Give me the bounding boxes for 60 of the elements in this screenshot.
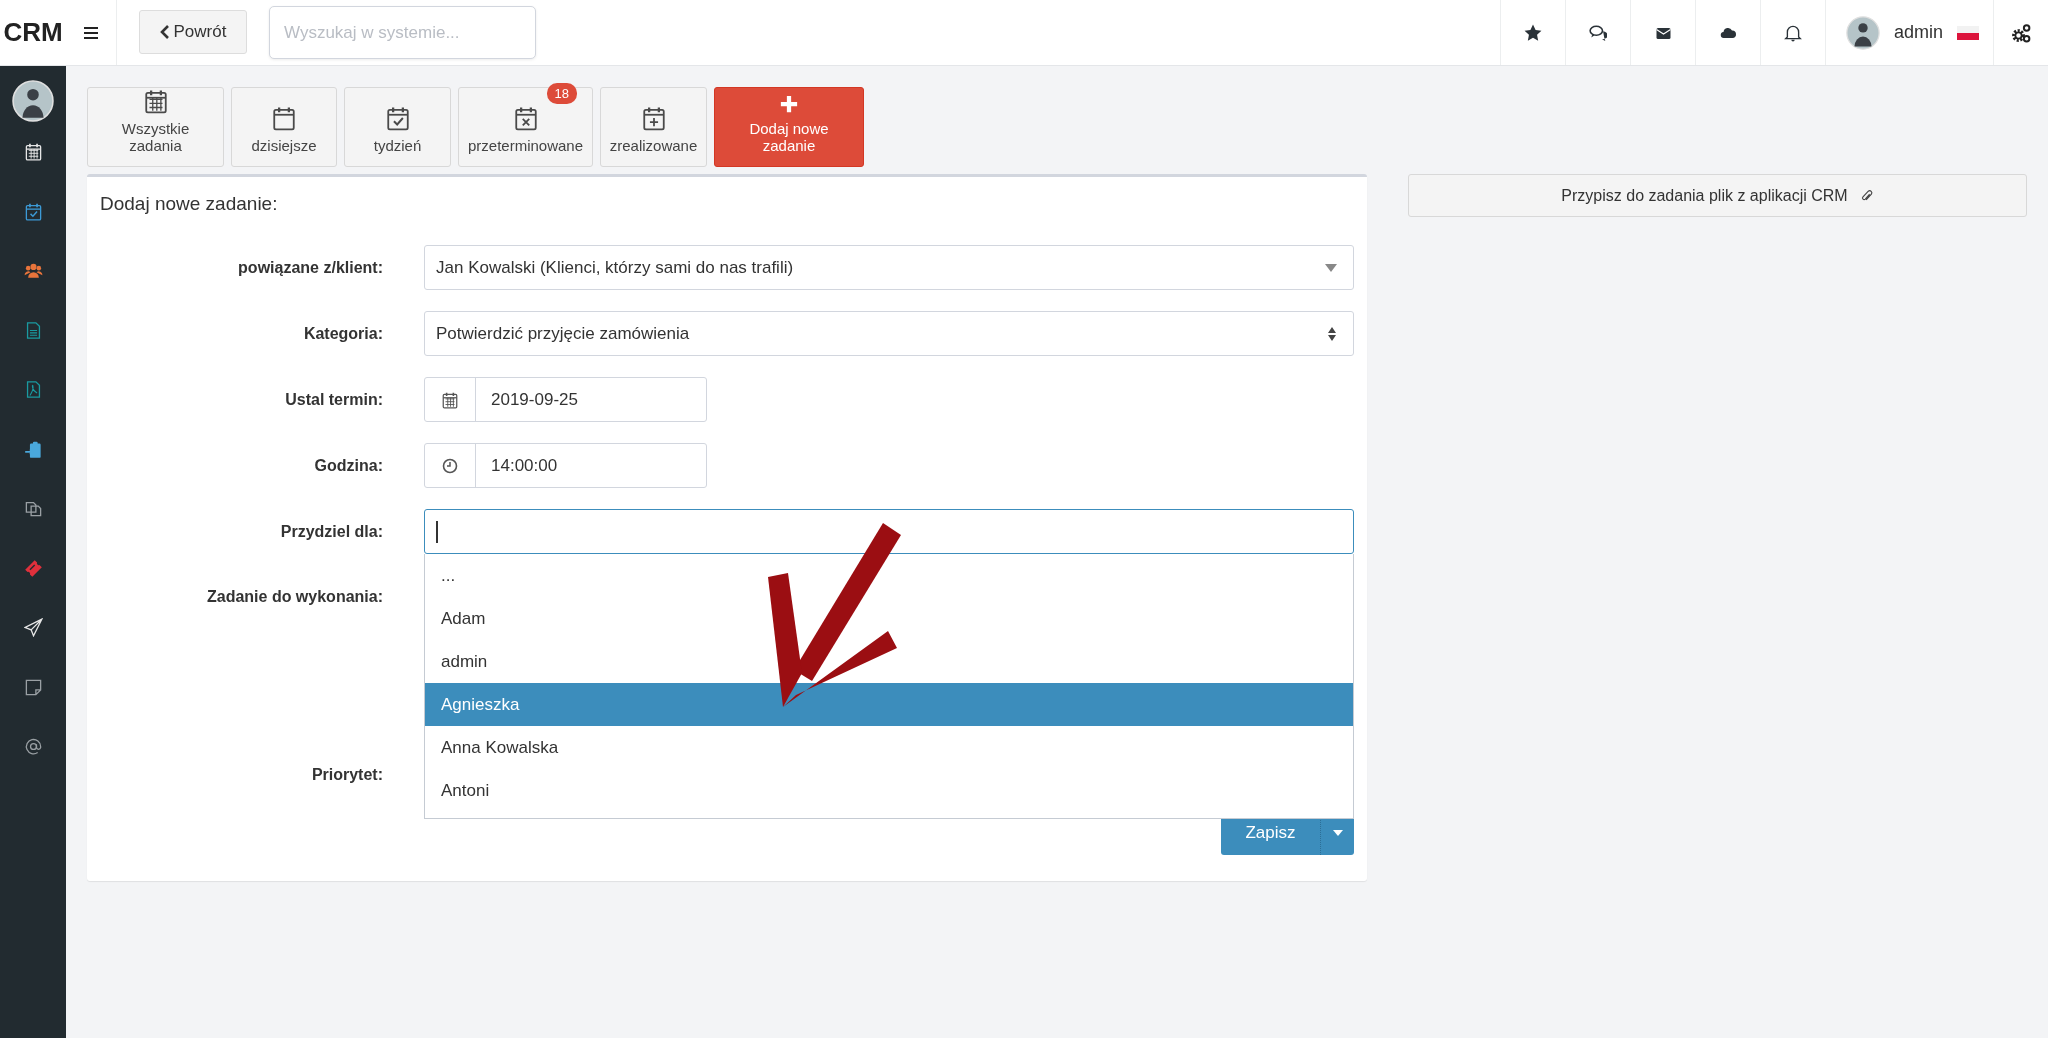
calendar-cross-icon	[512, 105, 539, 131]
form-title: Dodaj nowe zadanie:	[100, 193, 279, 215]
clipboard-icon	[23, 439, 43, 459]
logo[interactable]: CRM	[0, 0, 66, 65]
dropdown-option[interactable]: Antoni	[425, 769, 1353, 812]
field-label: Ustal termin:	[284, 390, 383, 409]
caret-icon	[1332, 830, 1343, 836]
calendar-check-icon	[23, 201, 43, 221]
back-button[interactable]: Powrót	[139, 10, 247, 54]
copy-icon	[23, 499, 43, 519]
user-name[interactable]: admin	[1894, 22, 1944, 43]
caret-icon	[1325, 263, 1337, 272]
field-label: Zadanie do wykonania:	[205, 588, 383, 606]
field-label: Przydziel dla:	[279, 522, 383, 541]
clock-icon	[442, 457, 458, 474]
filter-tab[interactable]: Wszystkie zadania	[87, 87, 224, 167]
field-label: Kategoria:	[302, 324, 383, 343]
calendar-grid-icon	[23, 142, 43, 162]
calendar-grid-icon	[142, 88, 169, 114]
filter-tab[interactable]: dzisiejsze	[231, 87, 337, 167]
flag-icon	[1957, 25, 1980, 40]
filter-tab[interactable]: tydzień	[344, 87, 451, 167]
plus-icon	[779, 94, 799, 114]
text-cursor	[436, 520, 438, 543]
field-label: Priorytet:	[310, 766, 383, 784]
users-icon	[23, 261, 43, 281]
calendar-check-icon	[384, 105, 411, 131]
calendar-grid-icon	[441, 390, 459, 409]
sticky-note-icon	[23, 677, 43, 697]
calendar-plus-icon	[640, 105, 667, 131]
dropdown-option[interactable]: ...	[425, 554, 1353, 597]
speech-bubbles-icon	[1589, 23, 1607, 42]
chevron-left-icon	[159, 25, 169, 39]
add-task-button[interactable]: Dodaj nowe zadanie	[714, 87, 864, 167]
menu-icon	[82, 24, 100, 41]
count-badge: 18	[546, 83, 577, 104]
search-field[interactable]: Wyszukaj w systemie...	[269, 6, 536, 59]
dropdown-option[interactable]: Agnieszka	[425, 683, 1353, 726]
dropdown-option[interactable]: admin	[425, 640, 1353, 683]
paper-plane-icon	[23, 618, 43, 638]
category-select[interactable]: Potwierdzić przyjęcie zamówienia	[424, 311, 1354, 356]
gears-icon	[2011, 22, 2031, 43]
attach-file-button[interactable]: Przypisz do zadania plik z aplikacji CRM	[1408, 174, 2027, 217]
avatar-icon[interactable]	[12, 80, 54, 122]
assignee-field[interactable]	[424, 509, 1354, 554]
field-label: Godzina:	[313, 456, 383, 475]
client-select[interactable]: Jan Kowalski (Klienci, którzy sami do nas trafili)	[424, 245, 1354, 290]
avatar-icon[interactable]	[1846, 15, 1880, 50]
ticket-icon	[23, 558, 43, 578]
date-field[interactable]: 2019-09-25	[424, 377, 707, 422]
star-icon	[1524, 23, 1542, 42]
filter-tab[interactable]: zrealizowane	[600, 87, 707, 167]
bell-icon	[1784, 23, 1802, 42]
dropdown-option[interactable]: Anna Kowalska	[425, 726, 1353, 769]
field-label: powiązane z/klient:	[237, 258, 383, 277]
time-field[interactable]: 14:00:00	[424, 443, 707, 488]
calendar-icon	[271, 105, 297, 131]
up-down-caret-icon	[1327, 325, 1337, 342]
at-sign-icon	[23, 737, 43, 757]
dropdown-option[interactable]: Adam	[425, 597, 1353, 640]
